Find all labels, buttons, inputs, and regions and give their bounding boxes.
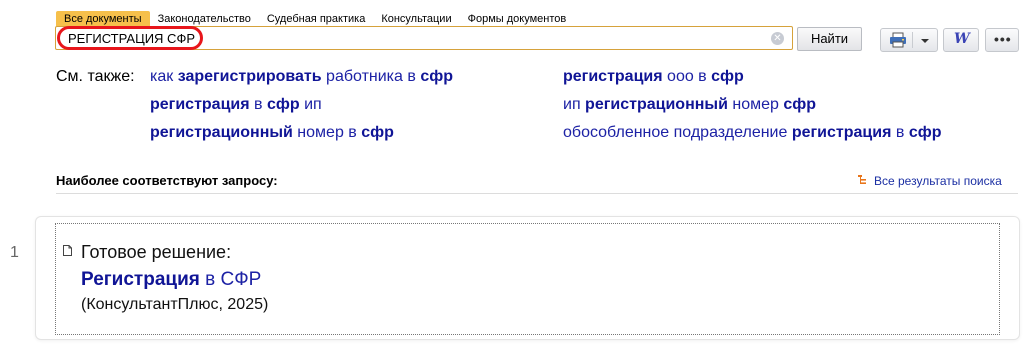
see-also-link[interactable]: обособленное подразделение регистрация в… (563, 124, 942, 142)
result-card: Готовое решение: Регистрация в СФР (Конс… (35, 216, 1020, 340)
ellipsis-icon: ••• (994, 31, 1012, 47)
tab-document-forms[interactable]: Формы документов (460, 11, 575, 26)
result-source: (КонсультантПлюс, 2025) (81, 296, 269, 313)
more-actions-button[interactable]: ••• (985, 28, 1019, 52)
word-export-icon: W (954, 31, 970, 47)
tab-consultations[interactable]: Консультации (373, 11, 459, 26)
see-also-link[interactable]: регистрационный номер в сфр (150, 124, 394, 142)
tab-legislation[interactable]: Законодательство (150, 11, 259, 26)
see-also-link[interactable]: как зарегистрировать работника в сфр (150, 68, 453, 86)
see-also-link[interactable]: регистрация в сфр ип (150, 96, 322, 114)
tree-list-icon (858, 175, 866, 184)
export-word-button[interactable]: W (943, 28, 979, 52)
all-results-label: Все результаты поиска (874, 174, 1002, 188)
see-also-link[interactable]: регистрация ооо в сфр (563, 68, 744, 86)
search-input[interactable]: РЕГИСТРАЦИЯ СФР ✕ (55, 26, 793, 50)
see-also-link[interactable]: ип регистрационный номер сфр (563, 96, 816, 114)
document-icon (63, 245, 72, 256)
divider (56, 193, 1018, 194)
button-divider (912, 32, 913, 48)
results-heading: Наиболее соответствуют запросу: (56, 173, 278, 188)
tab-all-documents[interactable]: Все документы (56, 11, 150, 26)
clear-icon[interactable]: ✕ (771, 32, 784, 45)
printer-icon (890, 32, 906, 48)
result-rank: 1 (10, 244, 19, 261)
result-type-label: Готовое решение: (81, 242, 232, 262)
all-results-link[interactable]: Все результаты поиска (858, 174, 1002, 188)
search-query-text[interactable]: РЕГИСТРАЦИЯ СФР (68, 31, 195, 46)
tab-court-practice[interactable]: Судебная практика (259, 11, 373, 26)
see-also-label: См. также: (56, 68, 135, 85)
document-type-tabs: Все документы Законодательство Судебная … (56, 9, 574, 26)
result-focus-frame[interactable]: Готовое решение: Регистрация в СФР (Конс… (55, 223, 1000, 335)
search-button[interactable]: Найти (797, 27, 862, 51)
result-title-link[interactable]: Регистрация в СФР (81, 269, 261, 291)
print-button[interactable] (880, 28, 938, 52)
chevron-down-icon[interactable] (921, 39, 929, 43)
